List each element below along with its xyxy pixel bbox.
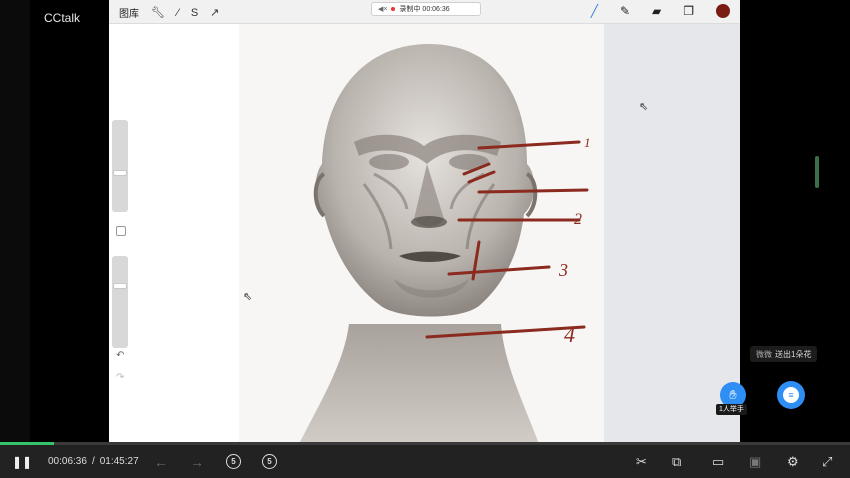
wrench-icon: 🔧︎ (151, 7, 165, 19)
previous-button[interactable]: ← (154, 445, 168, 478)
brush-icon: ╱ (590, 4, 598, 18)
next-button[interactable]: → (190, 445, 204, 478)
clip-button[interactable]: ✂ (636, 445, 647, 478)
redo-icon[interactable]: ↷ (116, 372, 124, 383)
gear-icon: ⚙ (787, 453, 799, 469)
opacity-slider-knob[interactable] (113, 283, 127, 289)
gift-message: 送出1朵花 (775, 349, 812, 359)
size-slider-knob[interactable] (113, 170, 127, 176)
eraser-icon: ▰ (652, 4, 662, 18)
forward-5s-button[interactable]: 5 (262, 445, 277, 478)
recording-dot-icon (391, 7, 396, 11)
chat-bubble-icon: ≡ (783, 387, 799, 403)
comment-icon: ▭ (712, 453, 725, 469)
rewind-5s-button[interactable]: 5 (226, 445, 241, 478)
fullscreen-icon: ⤢ (822, 453, 833, 469)
undo-icon[interactable]: ↶ (116, 350, 124, 361)
brush-size-slider[interactable]: ↶ ↷ (111, 120, 129, 388)
magic-wand-icon: ⁄ (176, 6, 179, 19)
annotation-line-2a (477, 188, 589, 194)
annotation-number-4: 4 (564, 322, 575, 347)
time-display: 00:06:36 / 01:45:27 (48, 445, 139, 478)
layers-icon: ❐ (683, 4, 694, 18)
opacity-slider-track[interactable] (112, 256, 128, 348)
hand-icon: ✋︎ (729, 387, 737, 402)
pause-button[interactable]: ❚❚ (12, 445, 32, 478)
modify-button[interactable] (116, 226, 126, 236)
mouse-cursor-icon: ⇖ (639, 101, 649, 113)
size-slider-track[interactable] (112, 120, 128, 212)
annotation-number-3: 3 (558, 260, 568, 280)
left-eye (369, 154, 409, 170)
neck-shape (299, 324, 539, 444)
recording-status: 录制中 00:06:36 (399, 6, 450, 13)
share-icon: ⧉ (672, 453, 682, 469)
arrow-left-icon: ← (154, 453, 168, 470)
player-control-bar: ❚❚ 00:06:36 / 01:45:27 ← → 5 5 ✂ ⧉ ▭ ▣ ⚙… (0, 445, 850, 478)
mouse-cursor-icon: ⇖ (243, 291, 253, 303)
left-letterbox (0, 0, 30, 444)
fullscreen-button[interactable]: ⤢ (822, 445, 832, 478)
annotation-number-2: 2 (574, 211, 582, 228)
settings-button[interactable]: ⚙ (787, 445, 799, 478)
selection-icon: S (190, 6, 199, 19)
color-swatch (716, 4, 730, 18)
annotation-number-1: 1 (584, 135, 591, 150)
arrow-right-icon: → (190, 453, 204, 470)
forward-5-icon: 5 (262, 454, 277, 469)
picture-in-picture-button[interactable]: ▣ (749, 445, 761, 478)
current-time: 00:06:36 (48, 456, 87, 467)
pip-icon: ▣ (749, 453, 762, 469)
gift-user: 微微 (756, 349, 772, 359)
recording-pill: ◀× 录制中 00:06:36 (371, 2, 481, 16)
procreate-toolbar: 图库 🔧︎ ⁄ S ↗ ◀× 录制中 00:06:36 ╱ ✎ ▰ ❐ (109, 0, 740, 24)
right-letterbox (740, 0, 850, 444)
transform-arrow-icon: ↗ (210, 7, 220, 19)
shared-screen: 图库 🔧︎ ⁄ S ↗ ◀× 录制中 00:06:36 ╱ ✎ ▰ ❐ 1 2 … (109, 0, 740, 444)
share-button[interactable]: ⧉ (672, 445, 681, 478)
hand-raise-count: 1人举手 (716, 404, 747, 415)
head-sketch: 1 2 3 4 (299, 44, 591, 444)
total-time: 01:45:27 (99, 456, 139, 467)
drawing-canvas: 1 2 3 4 ↶ ↷ ⇖ ⇖ (109, 24, 740, 444)
app-title: CCtalk (44, 11, 81, 25)
video-stage: CCtalk 图库 🔧︎ ⁄ S ↗ ◀× 录制中 00:06:36 ╱ ✎ ▰… (0, 0, 850, 444)
mute-icon: ◀× (378, 6, 388, 13)
comments-button[interactable]: ▭ (712, 445, 724, 478)
gift-notification: 微微 送出1朵花 (750, 346, 818, 362)
nostril-shadow (411, 216, 447, 228)
rewind-5-icon: 5 (226, 454, 241, 469)
gallery-label: 图库 (119, 9, 139, 20)
smudge-icon: ✎ (619, 4, 630, 18)
pause-icon: ❚❚ (12, 454, 33, 469)
chat-button[interactable]: ≡ (777, 381, 805, 409)
time-separator: / (91, 456, 95, 467)
panel-toggle-handle[interactable] (815, 156, 819, 188)
scissors-icon: ✂ (636, 453, 647, 469)
